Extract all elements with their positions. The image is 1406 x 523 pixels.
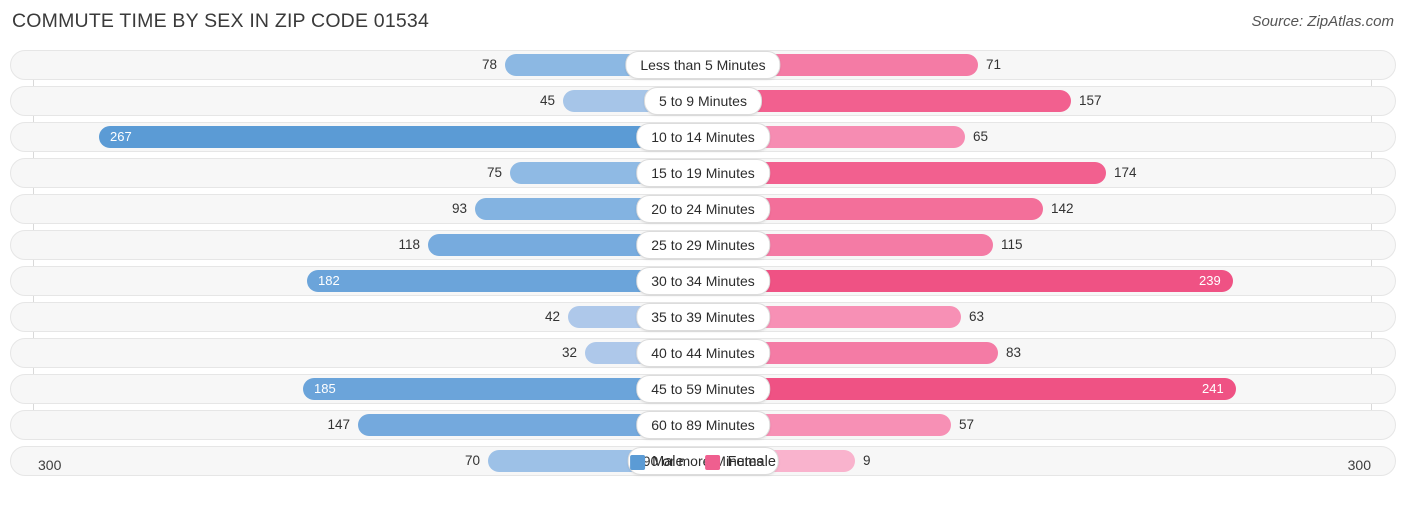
value-label-male: 267 xyxy=(110,129,132,144)
table-row[interactable]: 93 142 20 to 24 Minutes xyxy=(0,194,1406,224)
category-label: 20 to 24 Minutes xyxy=(636,195,770,223)
value-label-male: 78 xyxy=(481,57,497,72)
value-label-female: 115 xyxy=(1001,237,1023,252)
value-label-female: 157 xyxy=(1079,93,1102,108)
category-label: Less than 5 Minutes xyxy=(625,51,781,79)
category-label: 5 to 9 Minutes xyxy=(644,87,762,115)
category-label: 45 to 59 Minutes xyxy=(636,375,770,403)
bar-female[interactable] xyxy=(703,270,1233,292)
value-label-female: 174 xyxy=(1114,165,1137,180)
category-label: 40 to 44 Minutes xyxy=(636,339,770,367)
chart-footer: 300 300 Male Female xyxy=(0,451,1406,487)
value-label-female: 63 xyxy=(969,309,985,324)
axis-tick-left: 300 xyxy=(38,457,62,473)
legend: Male Female xyxy=(630,454,776,470)
source-attribution: Source: ZipAtlas.com xyxy=(1251,13,1394,30)
value-label-male: 32 xyxy=(561,345,577,360)
legend-item-male[interactable]: Male xyxy=(630,454,684,470)
legend-swatch-female-icon xyxy=(705,454,721,470)
plot-area: 78 71 Less than 5 Minutes 45 157 5 to 9 Minut… xyxy=(0,50,1406,487)
value-label-female: 241 xyxy=(1202,381,1224,396)
chart-header: COMMUTE TIME BY SEX IN ZIP CODE 01534 So… xyxy=(0,0,1406,44)
value-label-male: 185 xyxy=(314,381,336,396)
value-label-female: 65 xyxy=(973,129,989,144)
legend-item-female[interactable]: Female xyxy=(705,454,776,470)
axis-tick-right: 300 xyxy=(1347,457,1371,473)
category-label: 30 to 34 Minutes xyxy=(636,267,770,295)
table-row[interactable]: 78 71 Less than 5 Minutes xyxy=(0,50,1406,80)
bar-rows: 78 71 Less than 5 Minutes 45 157 5 to 9 Minut… xyxy=(0,50,1406,482)
category-label: 10 to 14 Minutes xyxy=(636,123,770,151)
bar-male[interactable] xyxy=(99,126,703,148)
legend-label-female: Female xyxy=(727,454,776,470)
page-title: COMMUTE TIME BY SEX IN ZIP CODE 01534 xyxy=(12,10,430,32)
value-label-male: 45 xyxy=(539,93,555,108)
category-label: 60 to 89 Minutes xyxy=(636,411,770,439)
category-label: 15 to 19 Minutes xyxy=(636,159,770,187)
table-row[interactable]: 267 65 10 to 14 Minutes xyxy=(0,122,1406,152)
bar-female[interactable] xyxy=(703,378,1236,400)
table-row[interactable]: 147 57 60 to 89 Minutes xyxy=(0,410,1406,440)
table-row[interactable]: 182 239 30 to 34 Minutes xyxy=(0,266,1406,296)
value-label-female: 57 xyxy=(959,417,975,432)
value-label-female: 83 xyxy=(1006,345,1022,360)
value-label-male: 42 xyxy=(544,309,560,324)
category-label: 25 to 29 Minutes xyxy=(636,231,770,259)
value-label-male: 182 xyxy=(318,273,340,288)
value-label-male: 118 xyxy=(398,237,420,252)
table-row[interactable]: 185 241 45 to 59 Minutes xyxy=(0,374,1406,404)
table-row[interactable]: 42 63 35 to 39 Minutes xyxy=(0,302,1406,332)
value-label-male: 75 xyxy=(486,165,502,180)
table-row[interactable]: 45 157 5 to 9 Minutes xyxy=(0,86,1406,116)
value-label-female: 71 xyxy=(986,57,1002,72)
table-row[interactable]: 118 115 25 to 29 Minutes xyxy=(0,230,1406,260)
legend-label-male: Male xyxy=(652,454,684,470)
category-label: 35 to 39 Minutes xyxy=(636,303,770,331)
table-row[interactable]: 32 83 40 to 44 Minutes xyxy=(0,338,1406,368)
commute-time-chart: COMMUTE TIME BY SEX IN ZIP CODE 01534 So… xyxy=(0,0,1406,523)
value-label-male: 93 xyxy=(451,201,467,216)
legend-swatch-male-icon xyxy=(630,454,646,470)
value-label-female: 239 xyxy=(1199,273,1221,288)
value-label-female: 142 xyxy=(1051,201,1074,216)
value-label-male: 147 xyxy=(327,417,350,432)
table-row[interactable]: 75 174 15 to 19 Minutes xyxy=(0,158,1406,188)
